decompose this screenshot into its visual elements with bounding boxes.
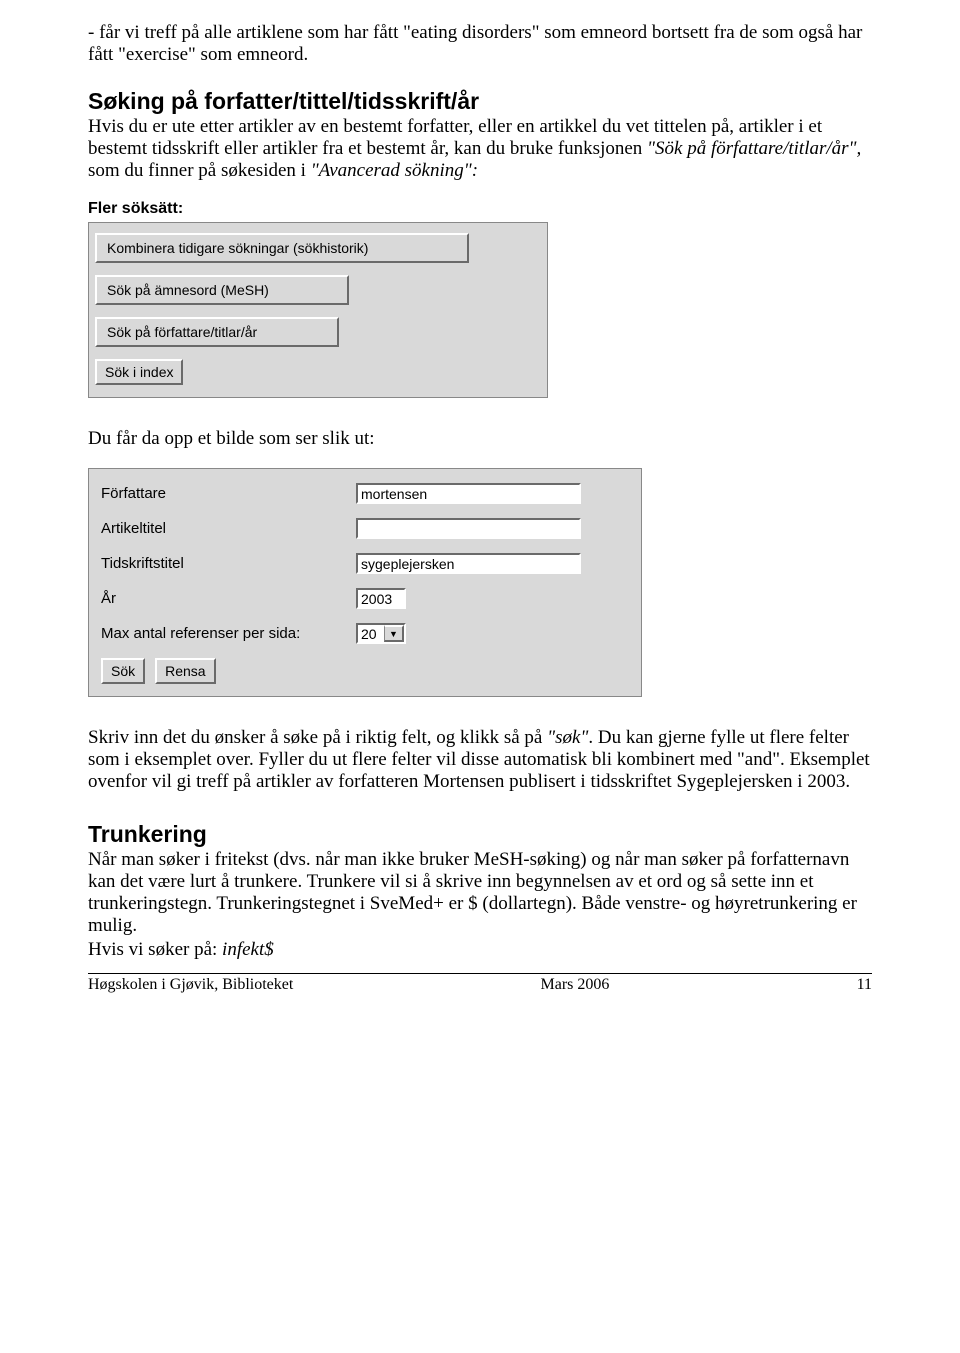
label-article: Artikeltitel: [101, 520, 356, 537]
select-max-refs-value: 20: [361, 626, 377, 642]
select-max-refs[interactable]: 20 ▼: [356, 623, 406, 644]
section1-text-b: som du finner på søkesiden i: [88, 160, 311, 181]
section1-paragraph: Hvis du er ute etter artikler av en best…: [88, 116, 872, 182]
fler-soksatt-panel: Fler söksätt: Kombinera tidigare sökning…: [88, 200, 548, 399]
search-button[interactable]: Sök: [101, 658, 145, 684]
btn-kombinera-sokhistorik[interactable]: Kombinera tidigare sökningar (sökhistori…: [95, 233, 469, 263]
label-author: Författare: [101, 485, 356, 502]
label-max-refs: Max antal referenser per sida:: [101, 625, 356, 642]
btn-sok-amnesord-mesh[interactable]: Sök på ämnesord (MeSH): [95, 275, 349, 305]
row-year: År: [101, 588, 631, 609]
form-button-row: Sök Rensa: [101, 658, 631, 684]
input-article[interactable]: [356, 518, 581, 539]
footer-center: Mars 2006: [541, 976, 610, 994]
row-journal: Tidskriftstitel: [101, 553, 631, 574]
section1-emphasis-1: "Sök på författare/titlar/år",: [647, 138, 861, 159]
after-form-text-a: Skriv inn det du ønsker å søke på i rikt…: [88, 727, 547, 748]
heading-search-author: Søking på forfatter/tittel/tidsskrift/år: [88, 88, 872, 114]
after-form-emphasis: "søk": [547, 727, 588, 748]
trunkering-paragraph-2: Hvis vi søker på: infekt$: [88, 939, 872, 961]
mid-paragraph: Du får da opp et bilde som ser slik ut:: [88, 428, 872, 450]
fler-soksatt-title: Fler söksätt:: [88, 200, 548, 218]
heading-trunkering: Trunkering: [88, 821, 872, 847]
btn-sok-i-index[interactable]: Sök i index: [95, 359, 183, 385]
row-author: Författare: [101, 483, 631, 504]
trunkering-p2-text: Hvis vi søker på:: [88, 939, 222, 960]
trunkering-p2-emphasis: infekt$: [222, 939, 274, 960]
row-article: Artikeltitel: [101, 518, 631, 539]
clear-button[interactable]: Rensa: [155, 658, 215, 684]
search-form-panel: Författare Artikeltitel Tidskriftstitel …: [88, 468, 642, 697]
section1-emphasis-2: "Avancerad sökning":: [311, 160, 478, 181]
input-year[interactable]: [356, 588, 406, 609]
input-author[interactable]: [356, 483, 581, 504]
row-max-refs: Max antal referenser per sida: 20 ▼: [101, 623, 631, 644]
footer-right: 11: [857, 976, 872, 994]
footer-left: Høgskolen i Gjøvik, Biblioteket: [88, 976, 293, 994]
label-journal: Tidskriftstitel: [101, 555, 356, 572]
intro-paragraph: - får vi treff på alle artiklene som har…: [88, 22, 872, 66]
fler-soksatt-frame: Kombinera tidigare sökningar (sökhistori…: [88, 222, 548, 398]
btn-sok-forfattare-titlar[interactable]: Sök på författare/titlar/år: [95, 317, 339, 347]
page-footer: Høgskolen i Gjøvik, Biblioteket Mars 200…: [88, 973, 872, 994]
chevron-down-icon: ▼: [384, 625, 404, 642]
input-journal[interactable]: [356, 553, 581, 574]
after-form-paragraph: Skriv inn det du ønsker å søke på i rikt…: [88, 727, 872, 793]
trunkering-paragraph-1: Når man søker i fritekst (dvs. når man i…: [88, 849, 872, 936]
label-year: År: [101, 590, 356, 607]
